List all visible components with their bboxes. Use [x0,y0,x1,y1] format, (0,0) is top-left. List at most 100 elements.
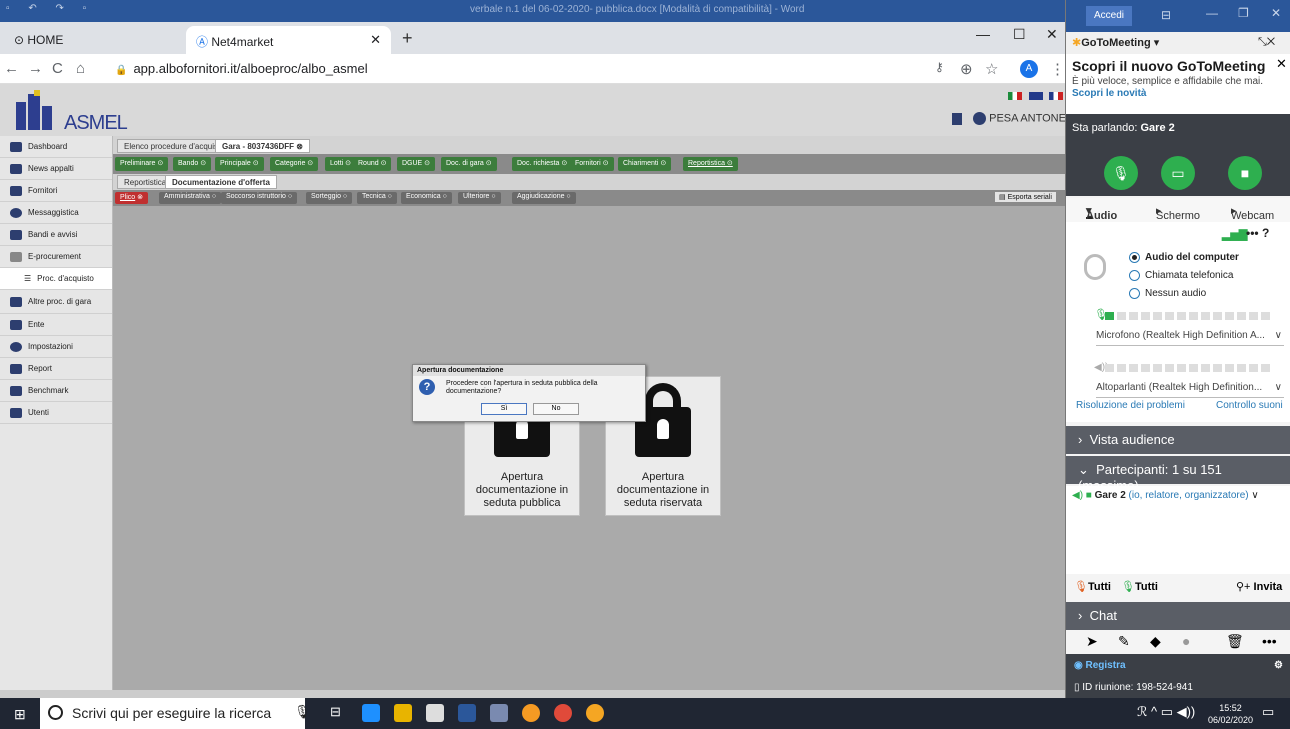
radio-nessun-audio[interactable]: Nessun audio [1129,288,1206,299]
sidebar-item-utenti[interactable]: Utenti [0,402,112,424]
home-icon[interactable]: ⌂ [76,60,85,77]
webcam-button[interactable]: ■ [1228,156,1262,190]
flag-it-icon[interactable] [1008,92,1022,100]
sidebar-item-report[interactable]: Report [0,358,112,380]
radio-audio-computer[interactable]: Audio del computer [1129,252,1239,263]
more-icon[interactable]: ••• ? [1246,226,1269,240]
forward-icon[interactable]: → [28,60,43,77]
chrome-icon[interactable] [554,704,572,722]
sidebar-item-messaggistica[interactable]: Messaggistica [0,202,112,224]
spotlight-icon[interactable]: ● [1182,633,1190,649]
sidebar-item-fornitori[interactable]: Fornitori [0,180,112,202]
step-plico[interactable]: Plico ⊗ [115,192,148,204]
snipping-icon[interactable] [490,704,508,722]
tab-webcam[interactable]: Webcam ▸ [1231,204,1274,222]
list-item[interactable]: ◀) ■ Gare 2 (io, relatore, organizzatore… [1072,490,1285,501]
accedi-button[interactable]: Accedi [1086,6,1132,26]
close-window-icon[interactable]: ✕ [1046,26,1058,43]
invite-button[interactable]: ⚲+ Invita [1236,580,1282,593]
pen-icon[interactable]: ✎ [1118,633,1130,650]
speaker-select[interactable]: Altoparlanti (Realtek High Definition...… [1096,378,1284,398]
flag-uk-icon[interactable] [1028,92,1043,100]
step-soccorso[interactable]: Soccorso istruttorio ○ [221,192,298,204]
phase-doc-richiesta[interactable]: Doc. richiesta ⊙ [512,157,573,171]
minimize-icon[interactable]: — [976,26,990,42]
windows-start-icon[interactable]: ⊞ [14,706,26,723]
mute-all-button[interactable]: 🎙Tutti [1074,580,1111,593]
store-icon[interactable] [426,704,444,722]
phase-round[interactable]: Round ⊙ [353,157,392,171]
sidebar-item-news[interactable]: News appalti [0,158,112,180]
tab-audio[interactable]: Audio ▾ [1086,204,1117,222]
phase-reportistica[interactable]: Reportistica ⊙ [683,157,738,171]
task-view-icon[interactable]: ⊟ [330,704,341,720]
pointer-icon[interactable]: ➤ [1086,633,1098,650]
subtab-documentazione[interactable]: Documentazione d'offerta [165,175,277,189]
url-field[interactable]: 🔒 app.albofornitori.it/alboeproc/albo_asm… [105,58,1065,80]
profile-avatar[interactable]: A [1020,60,1038,78]
key-icon[interactable]: ⚷ [935,60,944,74]
notes-icon[interactable] [952,112,962,125]
step-amministrativa[interactable]: Amministrativa ○ [159,192,222,204]
file-explorer-icon[interactable] [394,704,412,722]
settings-icon[interactable]: ⚙ [1274,660,1283,671]
flag-fr-icon[interactable] [1049,92,1064,100]
notifications-icon[interactable]: ▭ [1262,704,1274,720]
close-tab-icon[interactable]: ✕ [370,32,381,48]
close-promo-icon[interactable]: ✕ [1276,56,1287,72]
troubleshoot-link[interactable]: Risoluzione dei problemi [1076,400,1185,411]
collapse-icon[interactable]: ⤡✕ [1258,36,1275,49]
sound-check-link[interactable]: Controllo suoni [1216,400,1283,411]
taskbar-search[interactable]: Scrivi qui per eseguire la ricerca [40,698,305,729]
export-button[interactable]: ▤ Esporta seriali [995,192,1056,202]
section-partecipanti[interactable]: ⌄ Partecipanti: 1 su 151 (massimo) [1066,456,1290,493]
new-tab-button[interactable]: + [402,28,413,49]
highlighter-icon[interactable]: ◆ [1150,633,1161,650]
gotomeeting-alt-icon[interactable] [586,704,604,722]
chevron-down-icon[interactable]: ▾ [1154,37,1160,49]
chevron-down-icon[interactable]: ∨ [1251,490,1258,501]
system-tray[interactable]: ℛ ^ ▭ ◀)) [1137,704,1195,720]
more-icon[interactable]: ••• [1262,633,1277,649]
menu-icon[interactable]: ⋮ [1050,60,1065,78]
tab-net4market[interactable]: Ⓐ Net4market ✕ [186,26,391,54]
taskbar-clock[interactable]: 15:52 06/02/2020 [1208,702,1253,726]
back-icon[interactable]: ← [4,60,19,77]
layout-icon[interactable]: ⊟ [1161,8,1171,22]
section-vista-audience[interactable]: › Vista audience [1066,426,1290,454]
tab-home[interactable]: ⊙ HOME ✕ [4,26,216,54]
star-icon[interactable]: ☆ [985,60,998,78]
microphone-button[interactable]: 🎙 [1104,156,1138,190]
sidebar-item-proc-acquisto[interactable]: ☰ Proc. d'acquisto [0,268,112,290]
phase-lotti[interactable]: Lotti ⊙ [325,157,357,171]
breadcrumb-gara[interactable]: Gara - 8037436DFF ⊗ [215,139,310,153]
minimize-icon[interactable]: — [1206,6,1218,20]
phase-preliminare[interactable]: Preliminare ⊙ [115,157,169,171]
phase-chiarimenti[interactable]: Chiarimenti ⊙ [618,157,672,171]
sidebar-item-eprocurement[interactable]: E-procurement [0,246,112,268]
screen-share-button[interactable]: ▭ [1161,156,1195,190]
section-chat[interactable]: › Chat [1066,602,1290,630]
close-icon[interactable]: ⊗ [296,142,303,151]
yes-button[interactable]: Sì [481,403,527,415]
trash-icon[interactable]: 🗑 [1226,633,1244,650]
phase-doc-gara[interactable]: Doc. di gara ⊙ [441,157,497,171]
record-button[interactable]: ◉ Registra ⚙ [1066,654,1290,678]
radio-telefonica[interactable]: Chiamata telefonica [1129,270,1233,281]
step-aggiudicazione[interactable]: Aggiudicazione ○ [512,192,576,204]
gotomeeting-icon[interactable] [522,704,540,722]
step-economica[interactable]: Economica ○ [401,192,452,204]
promo-link[interactable]: Scopri le novità [1072,88,1285,99]
mic-icon[interactable]: 🎙 [294,704,311,720]
sidebar-item-impostazioni[interactable]: Impostazioni [0,336,112,358]
phase-categorie[interactable]: Categorie ⊙ [270,157,319,171]
phase-dgue[interactable]: DGUE ⊙ [397,157,436,171]
sidebar-item-altre-proc[interactable]: Altre proc. di gara [0,290,112,314]
microphone-select[interactable]: Microfono (Realtek High Definition A... ∨ [1096,326,1284,346]
step-sorteggio[interactable]: Sorteggio ○ [306,192,353,204]
unmute-all-button[interactable]: 🎙Tutti [1121,580,1158,593]
tab-schermo[interactable]: Schermo ▸ [1156,204,1200,222]
step-ulteriore[interactable]: Ulteriore ○ [458,192,501,204]
phase-principale[interactable]: Principale ⊙ [215,157,264,171]
phase-bando[interactable]: Bando ⊙ [173,157,212,171]
